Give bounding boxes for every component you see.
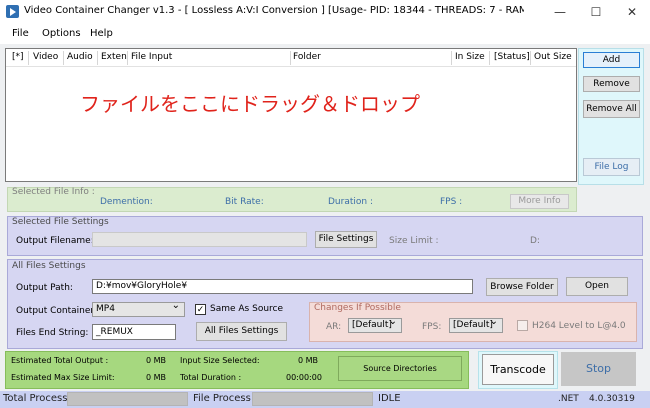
app-icon xyxy=(6,5,19,18)
bitrate-label: Bit Rate: xyxy=(225,197,264,207)
column-header-out-size[interactable]: Out Size xyxy=(534,52,572,62)
menu-file[interactable]: File xyxy=(12,28,29,39)
h264-level-checkbox[interactable] xyxy=(517,320,528,331)
column-separator xyxy=(290,51,291,65)
column-header-video[interactable]: Video xyxy=(33,52,58,62)
menu-help[interactable]: Help xyxy=(90,28,113,39)
estimated-total-output-value: 0 MB xyxy=(146,356,167,365)
h264-level-label: H264 Level to L@4.0 xyxy=(532,321,626,331)
all-files-settings-button[interactable]: All Files Settings xyxy=(196,322,287,341)
stop-button[interactable]: Stop xyxy=(561,352,636,386)
column-separator xyxy=(97,51,98,65)
estimated-max-size-value: 0 MB xyxy=(146,373,167,382)
net-label: .NET xyxy=(558,394,579,404)
column-separator xyxy=(127,51,128,65)
column-header-in-size[interactable]: In Size xyxy=(455,52,485,62)
output-filename-input[interactable] xyxy=(92,232,307,247)
files-end-string-label: Files End String: xyxy=(16,328,89,338)
selected-file-settings-legend: Selected File Settings xyxy=(12,217,109,227)
file-log-button[interactable]: File Log xyxy=(583,158,640,176)
file-process-bar xyxy=(252,392,373,406)
column-header-status[interactable]: [Status] xyxy=(494,52,530,62)
total-duration-label: Total Duration : xyxy=(180,373,242,382)
estimated-total-output-label: Estimated Total Output : xyxy=(11,356,109,365)
changes-legend: Changes If Possible xyxy=(314,303,401,313)
maximize-button[interactable]: ☐ xyxy=(578,0,614,24)
total-duration-value: 00:00:00 xyxy=(286,373,322,382)
menu-options[interactable]: Options xyxy=(42,28,81,39)
drop-hint: ファイルをここにドラッグ＆ドロップ xyxy=(80,92,420,116)
column-separator xyxy=(28,51,29,65)
size-limit-label: Size Limit : xyxy=(389,236,439,246)
ar-select[interactable]: [Default] xyxy=(348,315,402,333)
fps-change-label: FPS: xyxy=(422,322,442,332)
dimension-label: Demention: xyxy=(100,197,153,207)
more-info-button[interactable]: More Info xyxy=(510,194,569,209)
output-filename-label: Output Filename: xyxy=(16,236,94,246)
drive-label: D: xyxy=(530,236,540,246)
column-separator xyxy=(489,51,490,65)
ar-label: AR: xyxy=(326,322,342,332)
input-size-selected-label: Input Size Selected: xyxy=(180,356,260,365)
close-button[interactable]: ✕ xyxy=(614,0,650,24)
add-button[interactable]: Add xyxy=(583,52,640,68)
column-separator xyxy=(63,51,64,65)
all-files-settings-legend: All Files Settings xyxy=(12,261,86,271)
transcode-button[interactable]: Transcode xyxy=(482,354,554,385)
file-settings-button[interactable]: File Settings xyxy=(315,231,377,248)
column-header-select[interactable]: [*] xyxy=(12,52,24,62)
header-divider xyxy=(6,66,576,67)
remove-button[interactable]: Remove xyxy=(583,76,640,92)
fps-select[interactable]: [Default] xyxy=(449,315,503,333)
column-header-extension[interactable]: Exten xyxy=(101,52,127,62)
column-header-folder[interactable]: Folder xyxy=(293,52,321,62)
total-process-bar xyxy=(67,392,188,406)
open-button[interactable]: Open xyxy=(566,277,628,296)
output-container-label: Output Container: xyxy=(16,306,97,316)
same-as-source-checkbox[interactable]: ✓ xyxy=(195,304,206,315)
duration-label: Duration : xyxy=(328,197,373,207)
net-version: 4.0.30319 xyxy=(589,394,635,404)
selected-file-info-legend: Selected File Info : xyxy=(12,187,95,197)
output-container-select[interactable]: MP4 xyxy=(92,299,185,317)
column-separator xyxy=(451,51,452,65)
column-header-audio[interactable]: Audio xyxy=(67,52,93,62)
files-end-string-input[interactable]: _REMUX xyxy=(92,324,176,340)
column-separator xyxy=(530,51,531,65)
column-header-file-input[interactable]: File Input xyxy=(131,52,172,62)
window-title: Video Container Changer v1.3 - [ Lossles… xyxy=(24,5,524,16)
file-process-label: File Process: xyxy=(193,393,255,404)
remove-all-button[interactable]: Remove All xyxy=(583,100,640,118)
same-as-source-label: Same As Source xyxy=(210,304,284,314)
output-path-label: Output Path: xyxy=(16,283,73,293)
input-size-selected-value: 0 MB xyxy=(298,356,319,365)
estimated-max-size-label: Estimated Max Size Limit: xyxy=(11,373,115,382)
output-path-input[interactable]: D:¥mov¥GloryHole¥ xyxy=(92,279,473,294)
fps-label: FPS : xyxy=(440,197,463,207)
browse-folder-button[interactable]: Browse Folder xyxy=(486,278,558,296)
status-state: IDLE xyxy=(378,393,401,404)
minimize-button[interactable]: — xyxy=(542,0,578,24)
total-process-label: Total Process: xyxy=(3,393,71,404)
source-directories-button[interactable]: Source Directories xyxy=(338,356,462,381)
